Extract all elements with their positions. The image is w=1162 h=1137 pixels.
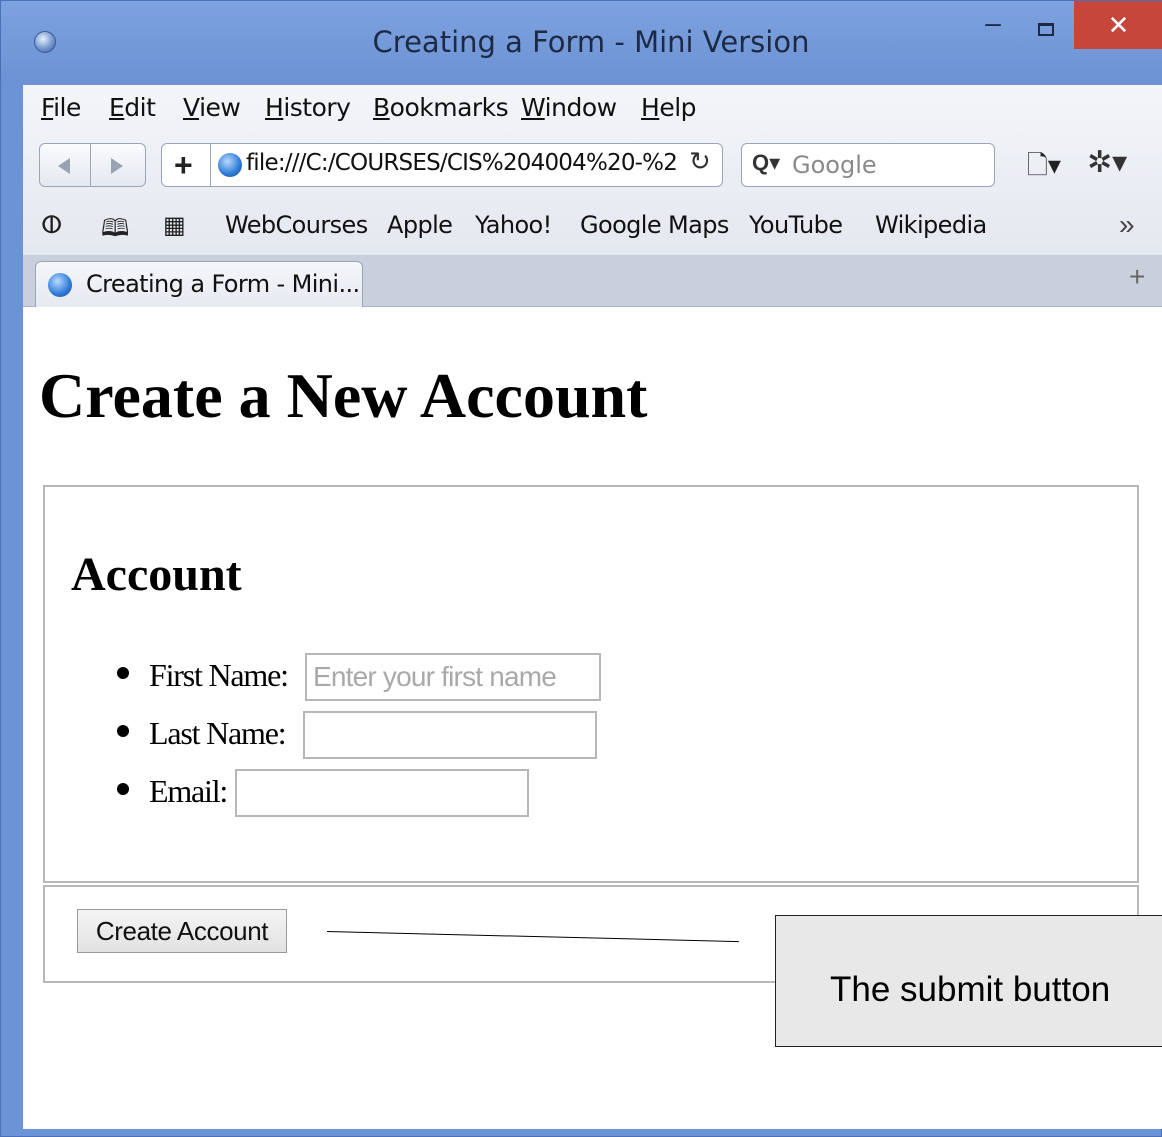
globe-icon	[48, 273, 72, 297]
callout-text: The submit button	[830, 970, 1111, 1009]
last-name-input[interactable]	[303, 711, 597, 759]
browser-chrome: File Edit View History Bookmarks Window …	[23, 85, 1162, 307]
menu-file[interactable]: File	[41, 93, 81, 122]
menu-bar: File Edit View History Bookmarks Window …	[23, 85, 1162, 133]
maximize-icon	[1038, 23, 1054, 36]
address-divider	[210, 144, 211, 186]
menu-help[interactable]: Help	[641, 93, 697, 122]
minimize-button[interactable]: –	[973, 5, 1013, 51]
email-input[interactable]	[235, 769, 529, 817]
menu-edit[interactable]: Edit	[109, 93, 156, 122]
gear-icon[interactable]: ✲▾	[1087, 145, 1127, 180]
first-name-input[interactable]	[305, 653, 601, 701]
menu-bookmarks[interactable]: Bookmarks	[373, 93, 509, 122]
search-box[interactable]: Q▾	[741, 143, 995, 187]
title-bar[interactable]: Creating a Form - Mini Version – ✕	[1, 1, 1162, 85]
bookmarks-book-icon[interactable]: 🕮	[101, 211, 129, 252]
page-title: Create a New Account	[39, 360, 648, 431]
address-bar[interactable]: + file:///C:/COURSES/CIS%204004%20-%2 ↻	[161, 143, 723, 187]
forward-button[interactable]	[90, 143, 146, 187]
last-name-label: Last Name:	[149, 715, 287, 751]
browser-window: Creating a Form - Mini Version – ✕ File …	[0, 0, 1162, 1137]
email-label: Email:	[149, 773, 228, 809]
page-menu-icon[interactable]: 🗋▾	[1027, 147, 1061, 191]
menu-window[interactable]: Window	[521, 93, 617, 122]
menu-view[interactable]: View	[183, 93, 241, 122]
account-fieldset: Account First Name: Last Name: Email:	[43, 485, 1139, 883]
new-tab-icon[interactable]: +	[1129, 261, 1145, 293]
reading-list-icon[interactable]: ⵀ	[41, 211, 62, 240]
reload-icon[interactable]: ↻	[689, 146, 711, 177]
callout-box: The submit button	[775, 915, 1162, 1047]
maximize-button[interactable]	[1025, 5, 1067, 51]
bookmark-apple[interactable]: Apple	[387, 211, 453, 239]
bookmark-wikipedia[interactable]: Wikipedia	[875, 211, 987, 239]
bullet	[117, 783, 129, 795]
address-url[interactable]: file:///C:/COURSES/CIS%204004%20-%2	[246, 150, 678, 176]
more-bookmarks-icon[interactable]: »	[1119, 209, 1135, 241]
back-arrow-icon	[58, 158, 70, 174]
bullet	[117, 667, 129, 679]
navigation-toolbar: + file:///C:/COURSES/CIS%204004%20-%2 ↻ …	[23, 135, 1162, 195]
top-sites-icon[interactable]: ▦	[163, 211, 186, 240]
search-icon[interactable]: Q▾	[752, 150, 780, 176]
globe-icon	[218, 153, 242, 177]
bookmark-google-maps[interactable]: Google Maps	[580, 211, 729, 239]
bookmark-webcourses[interactable]: WebCourses	[225, 211, 368, 239]
close-button[interactable]: ✕	[1074, 1, 1162, 49]
create-account-button[interactable]: Create Account	[77, 909, 287, 953]
tab-active[interactable]: Creating a Form - Mini...	[35, 261, 363, 307]
tab-label: Creating a Form - Mini...	[86, 270, 360, 298]
account-legend: Account	[71, 548, 242, 601]
add-bookmark-icon[interactable]: +	[174, 146, 193, 184]
tab-strip: Creating a Form - Mini... +	[23, 255, 1162, 307]
bookmark-youtube[interactable]: YouTube	[749, 211, 843, 239]
forward-arrow-icon	[111, 158, 123, 174]
search-input[interactable]	[792, 148, 982, 182]
menu-history[interactable]: History	[265, 93, 351, 122]
bookmarks-bar: ⵀ 🕮 ▦ WebCourses Apple Yahoo! Google Map…	[23, 197, 1162, 253]
first-name-label: First Name:	[149, 657, 289, 693]
bookmark-yahoo[interactable]: Yahoo!	[475, 211, 552, 239]
bullet	[117, 725, 129, 737]
back-button[interactable]	[39, 143, 91, 187]
